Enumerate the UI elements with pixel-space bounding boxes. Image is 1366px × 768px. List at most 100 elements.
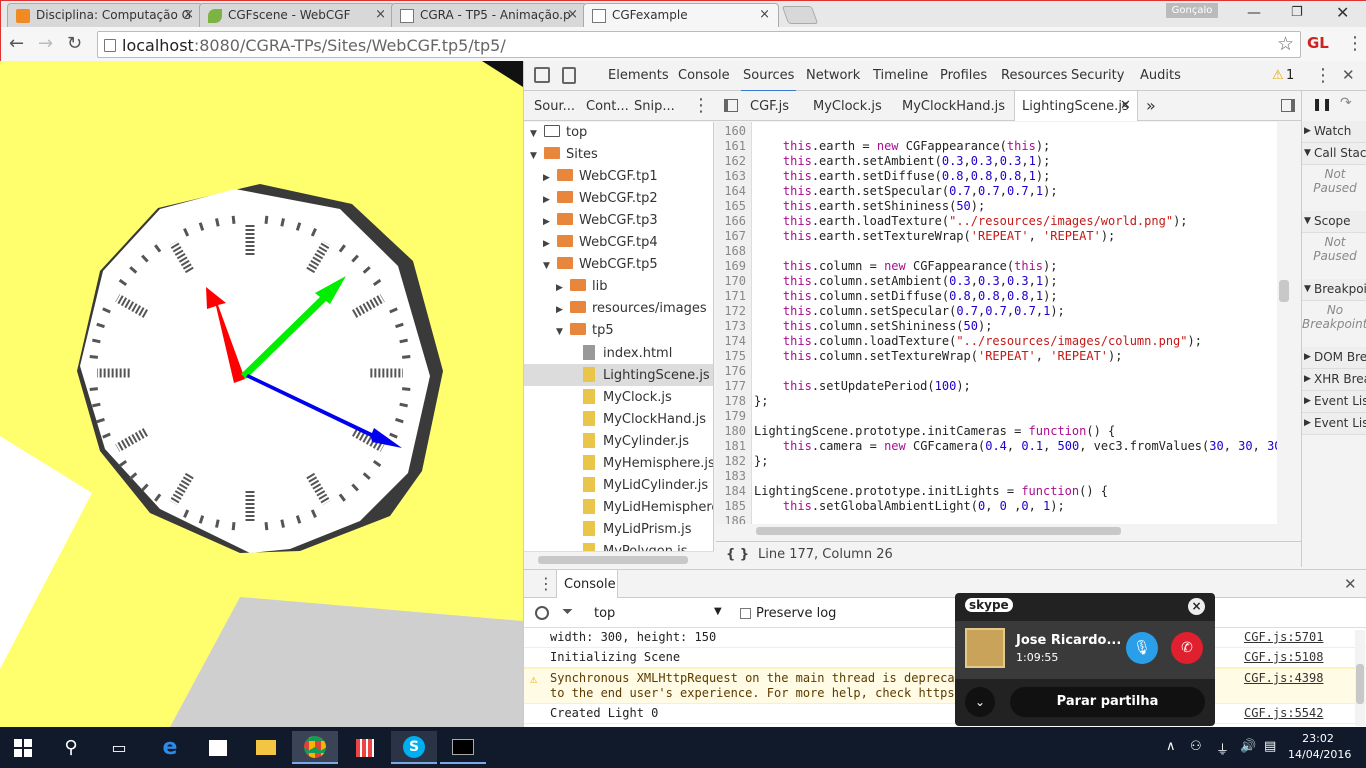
line-number[interactable]: 161 [716, 139, 746, 153]
profile-button[interactable]: Gonçalo [1166, 3, 1218, 18]
console-scrollbar[interactable] [1355, 630, 1365, 726]
code-line[interactable]: this.camera = new CGFcamera(0.4, 0.1, 50… [754, 439, 1282, 453]
debug-section[interactable]: ▶DOM Breakpoints [1302, 347, 1366, 369]
tab-timeline[interactable]: Timeline [873, 68, 928, 83]
tree-item[interactable]: ▶ WebCGF.tp2 [524, 188, 713, 210]
tab-audits[interactable]: Audits [1140, 68, 1181, 83]
debug-section[interactable]: ▼Call Stack [1302, 143, 1366, 165]
code-line[interactable]: this.setUpdatePeriod(100); [754, 379, 971, 393]
pause-icon[interactable]: ❚❚ [1312, 97, 1332, 111]
debug-section[interactable]: ▶ Watch [1302, 121, 1366, 143]
line-number[interactable]: 168 [716, 244, 746, 258]
toggle-navigator-icon[interactable] [724, 99, 738, 112]
browser-tab-1[interactable]: Disciplina: Computação G × [7, 3, 203, 27]
file-tab-cgf[interactable]: CGF.js [750, 99, 789, 114]
debug-section[interactable]: ▶Event Listeners [1302, 391, 1366, 413]
tray-chevron-icon[interactable]: ∧ [1166, 739, 1176, 754]
restore-icon[interactable]: ❐ [1291, 5, 1303, 20]
debug-section[interactable]: ▼ Scope [1302, 211, 1366, 233]
line-number[interactable]: 164 [716, 184, 746, 198]
step-over-icon[interactable]: ↷ [1340, 95, 1352, 111]
tab-content-scripts[interactable]: Cont... [586, 99, 629, 114]
line-number[interactable]: 177 [716, 379, 746, 393]
search-icon[interactable]: ⚲ [48, 731, 94, 764]
code-line[interactable]: }; [754, 454, 768, 468]
tab-elements[interactable]: Elements [608, 68, 669, 83]
tab-sources[interactable]: Sources [740, 68, 797, 92]
volume-icon[interactable]: 🔊 [1240, 739, 1256, 754]
close-icon[interactable]: × [375, 7, 386, 22]
code-line[interactable]: this.earth.setShininess(50); [754, 199, 985, 213]
store-icon[interactable] [195, 731, 241, 764]
line-number[interactable]: 183 [716, 469, 746, 483]
console-source-link[interactable]: CGF.js:5542 [1244, 706, 1323, 720]
scrollbar-thumb[interactable] [538, 556, 688, 564]
bookmark-star-icon[interactable]: ☆ [1277, 33, 1294, 55]
tree-item[interactable]: MyLidPrism.js [524, 518, 713, 540]
debug-section[interactable]: ▼Breakpoints [1302, 279, 1366, 301]
dropdown-arrow-icon[interactable]: ▼ [714, 606, 722, 617]
skype-taskbar-icon[interactable]: S [391, 731, 437, 764]
scrollbar-thumb[interactable] [1279, 280, 1289, 302]
file-explorer-icon[interactable] [243, 731, 289, 764]
console-source-link[interactable]: CGF.js:5108 [1244, 650, 1323, 664]
line-number[interactable]: 165 [716, 199, 746, 213]
task-view-icon[interactable]: ▭ [96, 731, 142, 764]
code-line[interactable]: this.earth.setSpecular(0.7,0.7,0.7,1); [754, 184, 1058, 198]
tree-item[interactable]: LightingScene.js [524, 364, 713, 386]
line-number[interactable]: 170 [716, 274, 746, 288]
line-number[interactable]: 172 [716, 304, 746, 318]
tree-item[interactable]: MyClockHand.js [524, 408, 713, 430]
address-bar[interactable]: localhost:8080/CGRA-TPs/Sites/WebCGF.tp5… [97, 31, 1301, 58]
clear-console-icon[interactable] [535, 606, 549, 620]
code-editor[interactable]: 160 161 this.earth = new CGFappearance(th… [716, 122, 1291, 538]
debug-section[interactable]: ▶Event Listener Breakpoints [1302, 413, 1366, 435]
code-line[interactable]: this.column.setSpecular(0.7,0.7,0.7,1); [754, 304, 1065, 318]
editor-scrollbar[interactable] [1277, 122, 1291, 538]
tab-snippets[interactable]: Snip... [634, 99, 675, 114]
debug-section[interactable]: ▶XHR Breakpoints [1302, 369, 1366, 391]
microphone-icon[interactable]: 🎙 [1126, 632, 1158, 664]
toggle-debugger-icon[interactable] [1281, 99, 1295, 112]
code-line[interactable]: this.earth.setDiffuse(0.8,0.8,0.8,1); [754, 169, 1050, 183]
notifications-icon[interactable]: ▤ [1264, 739, 1276, 754]
network-icon[interactable]: ⏚ [1216, 739, 1229, 758]
code-line[interactable]: this.earth = new CGFappearance(this); [754, 139, 1050, 153]
chrome-icon[interactable] [292, 731, 338, 764]
file-tab-lightingscene[interactable]: LightingScene.js [1022, 99, 1129, 114]
code-line[interactable]: this.column.setDiffuse(0.8,0.8,0.8,1); [754, 289, 1058, 303]
line-number[interactable]: 184 [716, 484, 746, 498]
tree-item[interactable]: ▶ WebCGF.tp1 [524, 166, 713, 188]
browser-tab-3[interactable]: CGRA - TP5 - Animação.p × [391, 3, 587, 27]
line-number[interactable]: 162 [716, 154, 746, 168]
reload-icon[interactable]: ↻ [67, 33, 82, 54]
tab-console[interactable]: Console [564, 577, 616, 592]
code-line[interactable]: LightingScene.prototype.initLights = fun… [754, 484, 1108, 498]
webgl-canvas[interactable] [0, 61, 523, 727]
line-number[interactable]: 176 [716, 364, 746, 378]
preserve-log-checkbox[interactable] [740, 608, 751, 619]
tree-item[interactable]: MyClock.js [524, 386, 713, 408]
line-number[interactable]: 173 [716, 319, 746, 333]
warning-count[interactable]: 1 [1286, 68, 1294, 83]
forward-icon[interactable]: → [38, 33, 53, 54]
scrollbar-thumb[interactable] [1356, 664, 1364, 704]
hang-up-icon[interactable]: ✆ [1171, 632, 1203, 664]
line-number[interactable]: 169 [716, 259, 746, 273]
line-number[interactable]: 178 [716, 394, 746, 408]
drawer-menu-icon[interactable]: ⋮ [538, 574, 554, 593]
tree-item[interactable]: ▼ top [524, 122, 713, 144]
tab-security[interactable]: Security [1071, 68, 1124, 83]
tree-item[interactable]: index.html [524, 342, 713, 364]
tab-sources-nav[interactable]: Sour... [534, 99, 575, 114]
minimize-icon[interactable]: — [1247, 5, 1261, 21]
code-line[interactable]: this.column.setShininess(50); [754, 319, 993, 333]
tree-item[interactable]: MyCylinder.js [524, 430, 713, 452]
close-icon[interactable]: × [183, 7, 194, 22]
tree-item[interactable]: ▶ WebCGF.tp3 [524, 210, 713, 232]
stop-sharing-button[interactable]: Parar partilha [1010, 687, 1205, 717]
tree-item[interactable]: ▼ tp5 [524, 320, 713, 342]
line-number[interactable]: 166 [716, 214, 746, 228]
line-number[interactable]: 160 [716, 124, 746, 138]
file-tab-myclockhand[interactable]: MyClockHand.js [902, 99, 1005, 114]
